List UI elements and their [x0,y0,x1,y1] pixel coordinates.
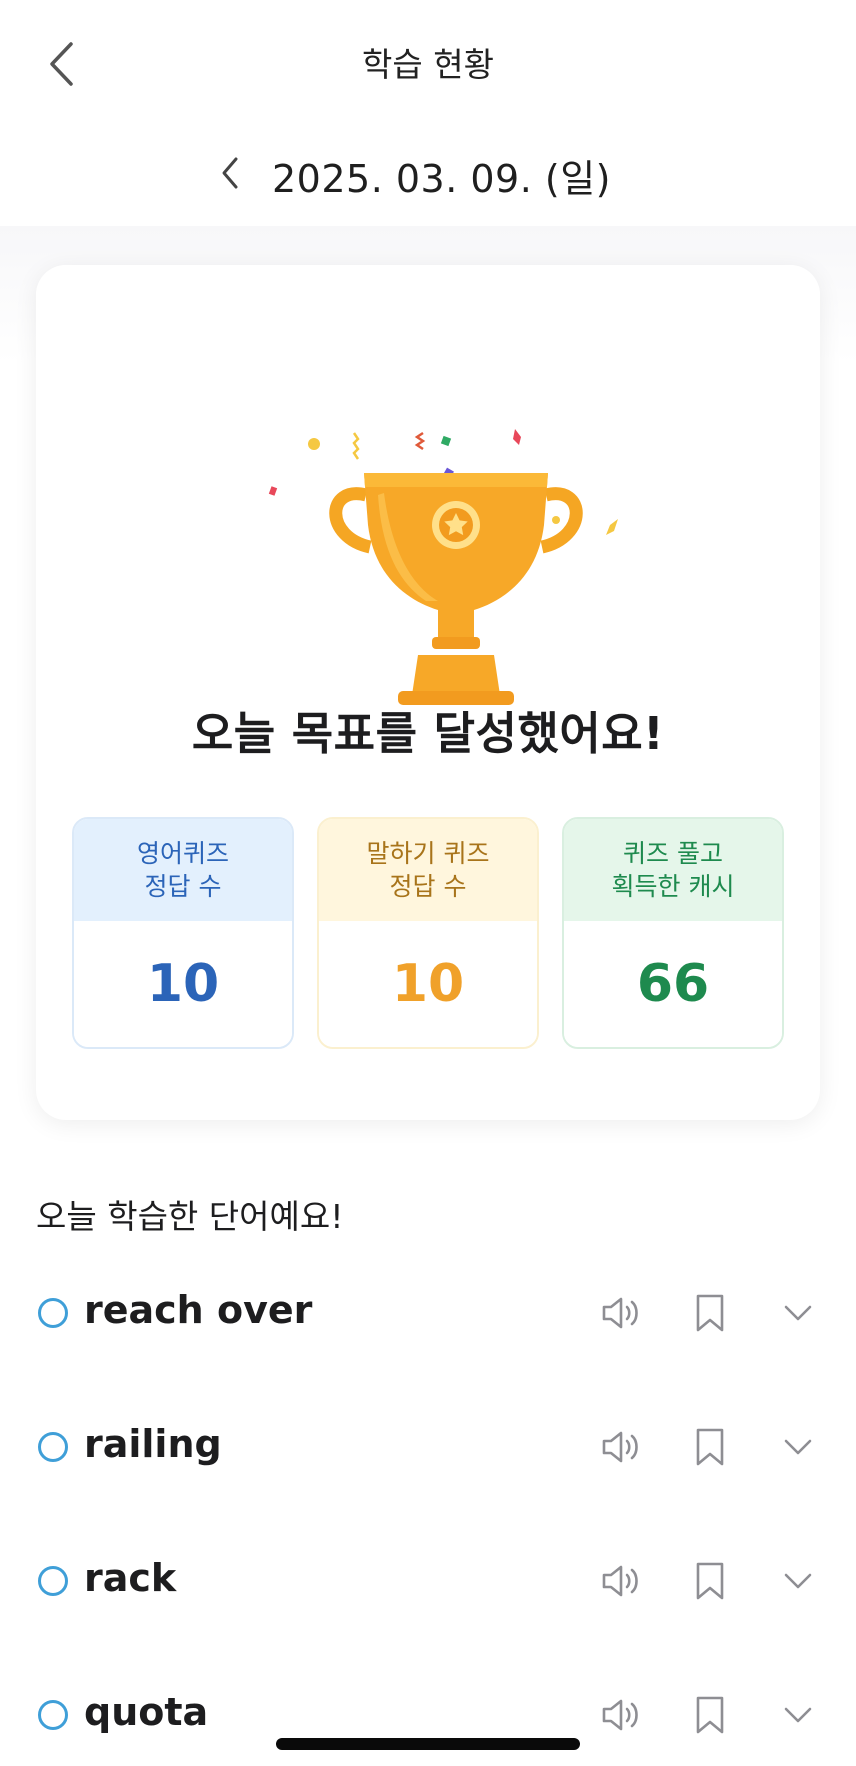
english-quiz-stat: 영어퀴즈 정답 수 10 [72,817,294,1049]
word-text: railing [84,1422,222,1466]
stat-label: 퀴즈 풀고 획득한 캐시 [564,819,782,921]
speaker-icon [602,1565,638,1597]
daily-summary-card: 오늘 목표를 달성했어요! 영어퀴즈 정답 수 10 말하기 퀴즈 정답 수 1… [36,265,820,1120]
app-header: 학습 현황 [0,0,856,128]
word-row: railing [0,1402,856,1492]
play-audio-button[interactable] [598,1424,646,1470]
bookmark-icon [696,1696,724,1734]
stat-label-line2: 획득한 캐시 [611,872,735,901]
word-row: reach over [0,1268,856,1358]
speaker-icon [602,1431,638,1463]
stats-row: 영어퀴즈 정답 수 10 말하기 퀴즈 정답 수 10 퀴즈 풀고 획득한 캐시… [72,817,784,1049]
chevron-left-icon [222,157,238,189]
trophy-illustration [266,415,646,715]
play-audio-button[interactable] [598,1558,646,1604]
bookmark-icon [696,1428,724,1466]
bookmark-button[interactable] [686,1692,734,1738]
bookmark-button[interactable] [686,1424,734,1470]
bookmark-icon [696,1294,724,1332]
stat-label-line2: 정답 수 [389,872,467,901]
word-row: rack [0,1536,856,1626]
expand-button[interactable] [774,1424,822,1470]
speaking-quiz-stat: 말하기 퀴즈 정답 수 10 [317,817,539,1049]
word-check-circle[interactable] [38,1298,68,1328]
bookmark-icon [696,1562,724,1600]
learned-words-title: 오늘 학습한 단어예요! [36,1197,344,1236]
stat-value: 10 [74,921,292,1047]
expand-button[interactable] [774,1290,822,1336]
word-text: reach over [84,1288,313,1332]
stat-value: 10 [319,921,537,1047]
chevron-down-icon [784,1305,812,1321]
word-check-circle[interactable] [38,1566,68,1596]
speaker-icon [602,1297,638,1329]
previous-date-button[interactable] [206,146,254,200]
chevron-down-icon [784,1439,812,1455]
play-audio-button[interactable] [598,1290,646,1336]
goal-achieved-message: 오늘 목표를 달성했어요! [191,707,665,760]
word-check-circle[interactable] [38,1700,68,1730]
bookmark-button[interactable] [686,1290,734,1336]
home-indicator[interactable] [276,1738,580,1750]
speaker-icon [602,1699,638,1731]
play-audio-button[interactable] [598,1692,646,1738]
card-header-area [36,265,820,395]
stat-value: 66 [564,921,782,1047]
word-check-circle[interactable] [38,1432,68,1462]
stat-label: 영어퀴즈 정답 수 [74,819,292,921]
trophy-icon [268,429,618,705]
page-title: 학습 현황 [362,45,494,84]
chevron-down-icon [784,1573,812,1589]
stat-label-line1: 말하기 퀴즈 [366,839,490,868]
chevron-down-icon [784,1707,812,1723]
word-text: quota [84,1690,209,1734]
expand-button[interactable] [774,1558,822,1604]
expand-button[interactable] [774,1692,822,1738]
stat-label-line2: 정답 수 [144,872,222,901]
stat-label-line1: 영어퀴즈 [136,839,229,868]
date-navigator: 2025. 03. 09. (일) [0,136,856,210]
bookmark-button[interactable] [686,1558,734,1604]
stat-label-line1: 퀴즈 풀고 [623,839,723,868]
word-text: rack [84,1556,177,1600]
stat-label: 말하기 퀴즈 정답 수 [319,819,537,921]
cash-earned-stat: 퀴즈 풀고 획득한 캐시 66 [562,817,784,1049]
current-date: 2025. 03. 09. (일) [272,157,611,201]
